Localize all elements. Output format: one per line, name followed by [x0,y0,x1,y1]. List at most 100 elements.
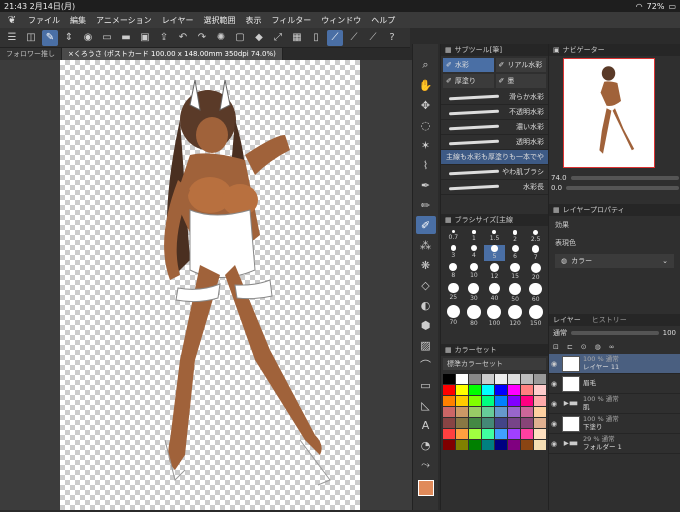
visibility-eye-icon[interactable]: ◉ [551,380,559,388]
color-swatch[interactable] [495,396,507,406]
color-swatch[interactable] [495,440,507,450]
brush-item[interactable]: 滑らか水彩 [441,90,548,105]
subtool-tab-thick-paint[interactable]: ✐ 厚塗り [443,74,494,88]
color-swatch[interactable] [469,407,481,417]
link-icon[interactable]: ∞ [609,343,615,351]
color-swatch[interactable] [521,374,533,384]
color-swatch[interactable] [521,418,533,428]
rotation-value[interactable]: 0.0 [551,184,562,192]
move-icon[interactable]: ✥ [416,96,436,114]
fill-tool-icon[interactable]: ⬢ [416,316,436,334]
brush-size-option[interactable]: 25 [443,282,464,304]
blend-mode-select[interactable]: 通常 [553,328,567,338]
menu-selection[interactable]: 選択範囲 [203,15,235,26]
brush-size-option[interactable]: 7 [525,245,546,261]
airbrush-icon[interactable]: ⁂ [416,236,436,254]
save-icon[interactable]: ▣ [137,30,153,46]
brush-size-option[interactable]: 100 [484,305,505,327]
opacity-value[interactable]: 100 [663,329,676,337]
expression-color-select[interactable]: ◍ カラー ⌄ [555,254,674,268]
brush-size-option[interactable]: 120 [505,305,526,327]
color-swatch[interactable] [469,396,481,406]
brush-item[interactable]: 水彩長 [441,180,548,195]
eyedropper-icon[interactable]: ⌇ [416,156,436,174]
color-swatch[interactable] [456,385,468,395]
main-color-swatch[interactable] [417,480,434,496]
color-swatch[interactable] [482,407,494,417]
eraser-icon[interactable]: ◇ [416,276,436,294]
figure-icon[interactable]: ⌒ [416,356,436,374]
lock-icon[interactable]: ⊡ [553,343,559,351]
text-icon[interactable]: A [416,416,436,434]
brush-size-option[interactable]: 60 [525,282,546,303]
color-swatch[interactable] [456,418,468,428]
brush-size-option[interactable]: 2 [505,230,526,243]
ruler-icon[interactable]: ⟋ [327,29,343,46]
brush-size-option[interactable]: 15 [505,262,526,281]
visibility-eye-icon[interactable]: ◉ [551,440,559,448]
brush-size-option[interactable]: 4 [464,245,485,261]
brush-size-option[interactable]: 50 [505,282,526,304]
color-set-select[interactable]: 標準カラーセット [443,358,546,370]
layer-row[interactable]: ◉ ▸▬ 29 % 通常 フォルダー 1 [549,434,680,454]
menu-file[interactable]: ファイル [28,15,60,26]
menu-view[interactable]: 表示 [245,15,261,26]
brush-size-option[interactable]: 1 [464,230,485,243]
color-swatch[interactable] [534,407,546,417]
color-swatch[interactable] [443,385,455,395]
visibility-eye-icon[interactable]: ◉ [551,420,559,428]
brush-size-option[interactable]: 30 [464,282,485,304]
color-swatch[interactable] [508,440,520,450]
visibility-eye-icon[interactable]: ◉ [551,360,559,368]
brush-size-option[interactable]: 6 [505,245,526,261]
grid-icon[interactable]: ▦ [289,30,305,46]
color-swatch[interactable] [469,418,481,428]
color-swatch[interactable] [508,385,520,395]
snap-grid-icon[interactable]: ⟋ [365,30,381,46]
color-swatch[interactable] [469,429,481,439]
brush-size-option[interactable]: 0.7 [443,230,464,243]
menu-window[interactable]: ウィンドウ [321,15,361,26]
ruler-snap-icon[interactable]: ⟋ [346,30,362,46]
color-swatch[interactable] [443,396,455,406]
color-swatch[interactable] [521,385,533,395]
hand-icon[interactable]: ✋ [416,76,436,94]
brush-item[interactable]: 不透明水彩 [441,105,548,120]
lasso-icon[interactable]: ◌ [416,116,436,134]
brush-size-option[interactable]: 80 [464,305,485,327]
color-swatch[interactable] [482,385,494,395]
edit-icon[interactable]: ✎ [42,29,58,46]
redo-icon[interactable]: ↷ [194,30,210,46]
layer-row[interactable]: ◉ 100 % 通常 下塗り [549,414,680,434]
subtool-tab-real-watercolor[interactable]: ✐ リアル水彩 [495,58,546,72]
color-swatch[interactable] [534,429,546,439]
color-swatch[interactable] [469,440,481,450]
color-swatch[interactable] [508,429,520,439]
canvas-area[interactable] [0,60,412,510]
snap-icon[interactable]: ⇕ [61,30,77,46]
undo-icon[interactable]: ↶ [175,30,191,46]
color-swatch[interactable] [456,374,468,384]
brush-size-option[interactable]: 20 [525,262,546,281]
menu-help[interactable]: ヘルプ [371,15,395,26]
decoration-icon[interactable]: ❋ [416,256,436,274]
color-swatch[interactable] [534,440,546,450]
color-swatch[interactable] [443,429,455,439]
color-swatch[interactable] [508,374,520,384]
zoom-slider[interactable] [570,176,679,180]
brush-item[interactable]: やわ肌ブラシ [441,165,548,180]
app-logo-icon[interactable]: ❦ [6,14,18,26]
record-icon[interactable]: ◉ [80,30,96,46]
ruler-tool-icon[interactable]: ◺ [416,396,436,414]
layer-title[interactable]: レイヤー [553,315,581,325]
rotation-slider[interactable] [566,186,679,190]
color-swatch[interactable] [469,385,481,395]
color-swatch[interactable] [443,418,455,428]
color-swatch[interactable] [521,396,533,406]
visibility-eye-icon[interactable]: ◉ [551,400,559,408]
brush-size-option[interactable]: 2.5 [525,230,546,243]
brush-icon[interactable]: ✐ [415,216,436,234]
navigator-preview[interactable] [563,58,655,168]
layer-row[interactable]: ◉ 眉毛 [549,374,680,394]
color-swatch[interactable] [469,374,481,384]
